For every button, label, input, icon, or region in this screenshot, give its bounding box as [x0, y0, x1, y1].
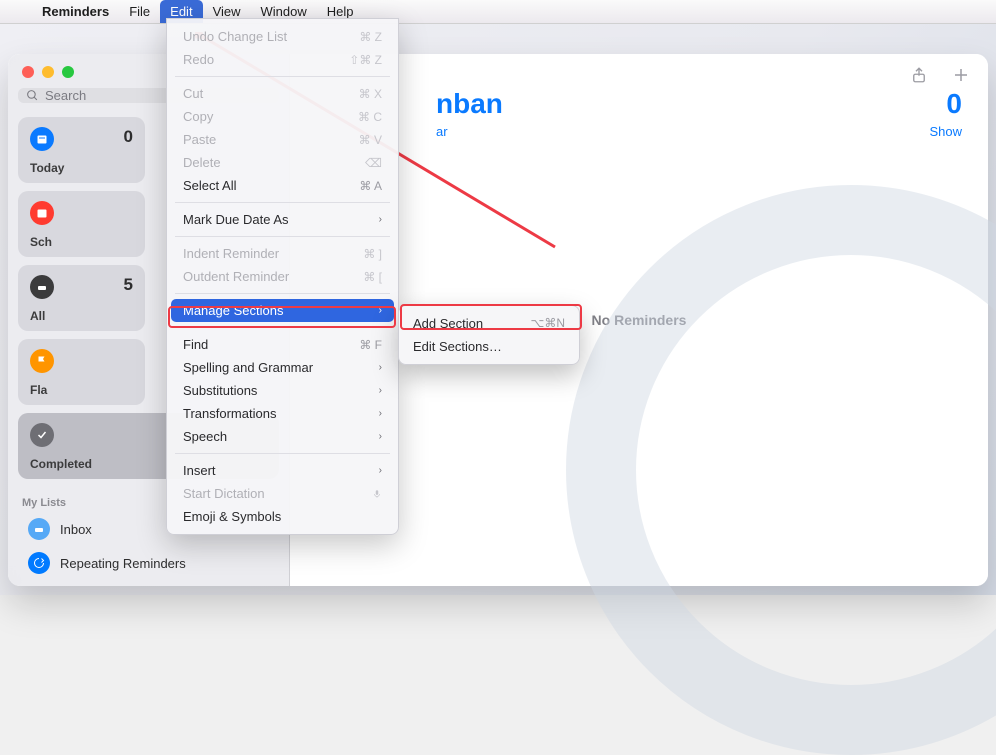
- tray-icon: [30, 275, 54, 299]
- smartlist-label: Today: [30, 161, 133, 175]
- edit-outdent[interactable]: Outdent Reminder⌘ [: [167, 265, 398, 288]
- edit-sections[interactable]: Edit Sections…: [399, 335, 579, 358]
- share-icon[interactable]: [910, 66, 928, 84]
- list-kanban[interactable]: Kanban: [14, 580, 283, 586]
- edit-copy[interactable]: Copy⌘ C: [167, 105, 398, 128]
- smartlist-all[interactable]: 5 All: [18, 265, 145, 331]
- list-repeating[interactable]: Repeating Reminders: [14, 546, 283, 580]
- edit-mark-due[interactable]: Mark Due Date As›: [167, 208, 398, 231]
- edit-delete[interactable]: Delete⌫: [167, 151, 398, 174]
- edit-manage-sections[interactable]: Manage Sections›: [171, 299, 394, 322]
- add-section[interactable]: Add Section⌥⌘N: [399, 312, 579, 335]
- edit-indent[interactable]: Indent Reminder⌘ ]: [167, 242, 398, 265]
- edit-insert[interactable]: Insert›: [167, 459, 398, 482]
- manage-sections-submenu: Add Section⌥⌘N Edit Sections…: [398, 305, 580, 365]
- close-window-button[interactable]: [22, 66, 34, 78]
- smartlist-label: Fla: [30, 383, 133, 397]
- edit-select-all[interactable]: Select All⌘ A: [167, 174, 398, 197]
- list-label: Repeating Reminders: [60, 556, 186, 571]
- minimize-window-button[interactable]: [42, 66, 54, 78]
- list-count: 0: [946, 88, 962, 120]
- smartlist-count: 0: [124, 127, 133, 147]
- smartlist-label: All: [30, 309, 133, 323]
- edit-undo[interactable]: Undo Change List⌘ Z: [167, 25, 398, 48]
- edit-transformations[interactable]: Transformations›: [167, 402, 398, 425]
- edit-spelling[interactable]: Spelling and Grammar›: [167, 356, 398, 379]
- edit-emoji[interactable]: Emoji & Symbols: [167, 505, 398, 528]
- smartlist-flagged[interactable]: Fla: [18, 339, 145, 405]
- mic-icon: [372, 488, 382, 500]
- edit-dropdown: Undo Change List⌘ Z Redo⇧⌘ Z Cut⌘ X Copy…: [166, 18, 399, 535]
- edit-substitutions[interactable]: Substitutions›: [167, 379, 398, 402]
- desktop: Search 0 Today Sch: [0, 24, 996, 595]
- edit-cut[interactable]: Cut⌘ X: [167, 82, 398, 105]
- edit-dictation[interactable]: Start Dictation: [167, 482, 398, 505]
- list-label: Inbox: [60, 522, 92, 537]
- edit-speech[interactable]: Speech›: [167, 425, 398, 448]
- smartlist-count: 5: [124, 275, 133, 295]
- fullscreen-window-button[interactable]: [62, 66, 74, 78]
- search-icon: [26, 89, 39, 102]
- show-toggle[interactable]: Show: [929, 124, 962, 139]
- edit-redo[interactable]: Redo⇧⌘ Z: [167, 48, 398, 71]
- list-icon: [28, 552, 50, 574]
- menu-app-name[interactable]: Reminders: [32, 0, 119, 23]
- smartlist-today[interactable]: 0 Today: [18, 117, 145, 183]
- smartlist-scheduled[interactable]: Sch: [18, 191, 145, 257]
- add-reminder-icon[interactable]: [952, 66, 970, 84]
- calendar-icon: [30, 127, 54, 151]
- calendar-icon: [30, 201, 54, 225]
- edit-find[interactable]: Find⌘ F: [167, 333, 398, 356]
- search-placeholder: Search: [45, 88, 86, 103]
- edit-paste[interactable]: Paste⌘ V: [167, 128, 398, 151]
- flag-icon: [30, 349, 54, 373]
- menu-bar: Reminders File Edit View Window Help: [0, 0, 996, 24]
- smartlist-label: Sch: [30, 235, 133, 249]
- list-icon: [28, 518, 50, 540]
- menu-file[interactable]: File: [119, 0, 160, 23]
- check-icon: [30, 423, 54, 447]
